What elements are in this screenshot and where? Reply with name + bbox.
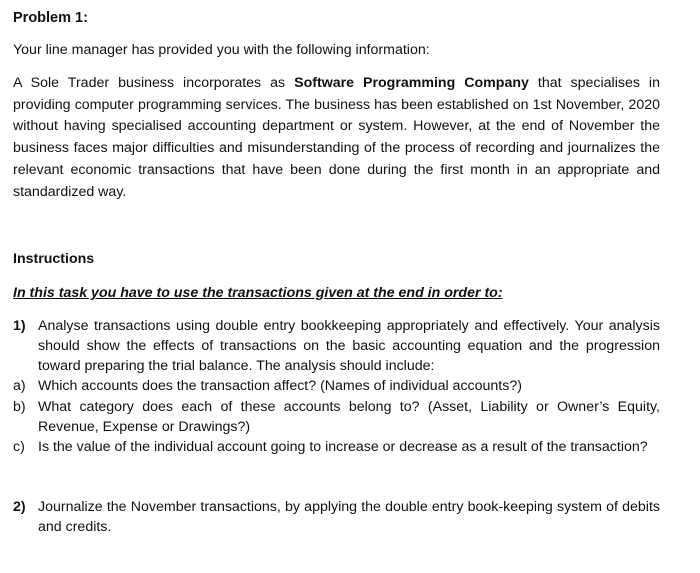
list-marker: c) xyxy=(13,439,25,455)
list-marker: a) xyxy=(13,378,26,394)
company-name: Software Programming Company xyxy=(294,75,529,91)
list-item-2: 2) Journalize the November transactions,… xyxy=(13,497,660,537)
scenario-prefix: A Sole Trader business incorporates as xyxy=(13,75,295,91)
scenario-paragraph: A Sole Trader business incorporates as S… xyxy=(13,73,660,203)
list-item-text: Which accounts does the transaction affe… xyxy=(38,378,522,394)
problem-title: Problem 1: xyxy=(13,10,88,26)
list-item-1: 1) Analyse transactions using double ent… xyxy=(13,316,660,377)
list-marker: 1) xyxy=(13,318,26,334)
list-item-text: What category does each of these account… xyxy=(38,399,660,436)
list-item-text: Journalize the November transactions, by… xyxy=(38,499,660,536)
list-marker: 2) xyxy=(13,499,26,515)
sub-item-a: a) Which accounts does the transaction a… xyxy=(13,376,660,396)
sub-item-c: c) Is the value of the individual accoun… xyxy=(13,437,660,457)
task-subheading: In this task you have to use the transac… xyxy=(13,285,503,301)
instructions-heading: Instructions xyxy=(13,251,95,267)
scenario-suffix: that specialises in providing computer p… xyxy=(13,75,660,200)
list-marker: b) xyxy=(13,399,26,415)
intro-line: Your line manager has provided you with … xyxy=(13,42,430,58)
list-item-text: Is the value of the individual account g… xyxy=(38,439,648,455)
sub-item-b: b) What category does each of these acco… xyxy=(13,397,660,437)
list-item-text: Analyse transactions using double entry … xyxy=(38,318,660,375)
